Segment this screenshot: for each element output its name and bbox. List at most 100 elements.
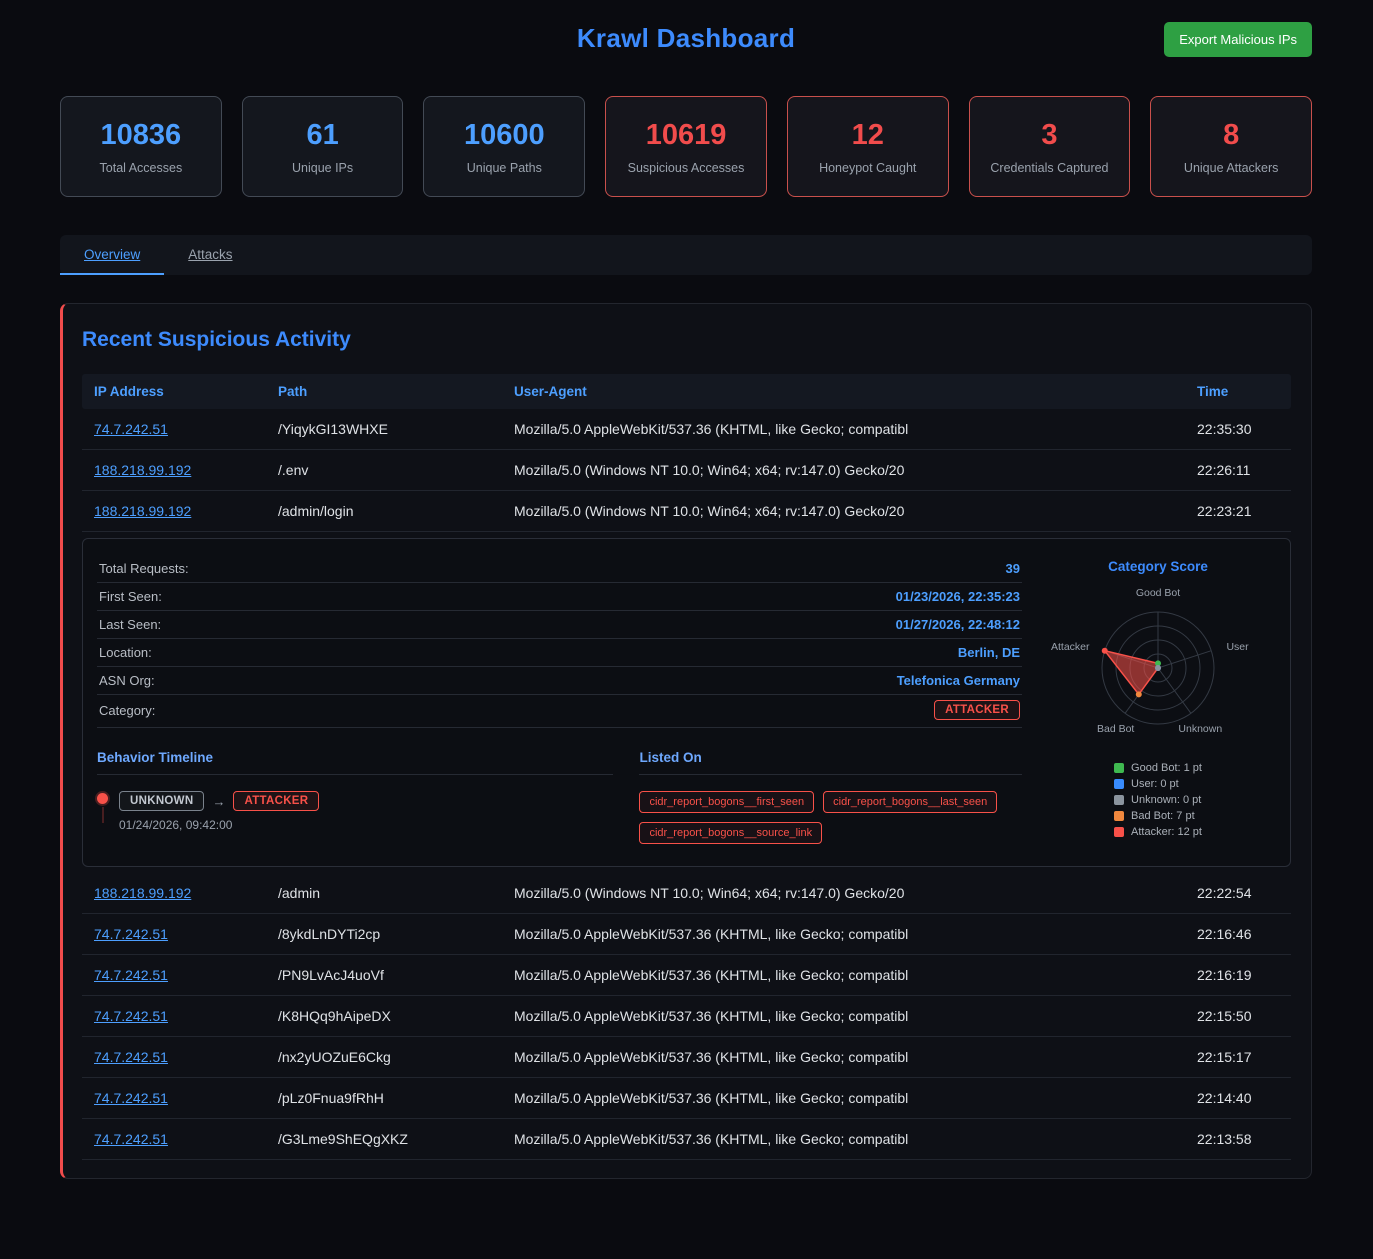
table-row[interactable]: 188.218.99.192 /.env Mozilla/5.0 (Window…	[82, 450, 1291, 491]
row-time: 22:15:50	[1185, 996, 1291, 1036]
stat-card: 3 Credentials Captured	[969, 96, 1131, 197]
legend-swatch-icon	[1114, 779, 1124, 789]
stat-card: 8 Unique Attackers	[1150, 96, 1312, 197]
legend-swatch-icon	[1114, 827, 1124, 837]
row-time: 22:13:58	[1185, 1119, 1291, 1159]
legend-item: Bad Bot: 7 pt	[1114, 810, 1202, 822]
top-bar: Krawl Dashboard Export Malicious IPs	[60, 0, 1312, 76]
page-title: Krawl Dashboard	[577, 23, 795, 54]
row-user-agent: Mozilla/5.0 AppleWebKit/537.36 (KHTML, l…	[502, 914, 1185, 954]
legend-item: Unknown: 0 pt	[1114, 794, 1202, 806]
row-user-agent: Mozilla/5.0 (Windows NT 10.0; Win64; x64…	[502, 491, 1185, 531]
radar-legend: Good Bot: 1 ptUser: 0 ptUnknown: 0 ptBad…	[1114, 762, 1202, 842]
timeline-timestamp: 01/24/2026, 09:42:00	[119, 818, 319, 832]
radar-axis-label: Good Bot	[1136, 587, 1180, 599]
detail-field-label: First Seen:	[99, 589, 162, 604]
row-time: 22:15:17	[1185, 1037, 1291, 1077]
listed-on-badge[interactable]: cidr_report_bogons__last_seen	[823, 791, 997, 813]
category-label: Category:	[99, 703, 155, 718]
row-path: /admin/login	[266, 491, 502, 531]
row-path: /.env	[266, 450, 502, 490]
stat-card: 12 Honeypot Caught	[787, 96, 949, 197]
column-header-path: Path	[266, 374, 502, 409]
stat-card: 10836 Total Accesses	[60, 96, 222, 197]
legend-label: Attacker: 12 pt	[1131, 826, 1202, 838]
row-path: /admin	[266, 873, 502, 913]
ip-address-link[interactable]: 188.218.99.192	[94, 462, 191, 478]
detail-field-value: 01/27/2026, 22:48:12	[896, 617, 1020, 632]
category-badge: ATTACKER	[934, 700, 1020, 720]
row-user-agent: Mozilla/5.0 AppleWebKit/537.36 (KHTML, l…	[502, 996, 1185, 1036]
radar-axis-label: Bad Bot	[1097, 723, 1134, 735]
detail-field-row: First Seen: 01/23/2026, 22:35:23	[97, 583, 1022, 611]
category-row: Category: ATTACKER	[97, 695, 1022, 728]
timeline-line	[102, 807, 104, 823]
ip-address-link[interactable]: 188.218.99.192	[94, 885, 191, 901]
table-rows-bottom: 188.218.99.192 /admin Mozilla/5.0 (Windo…	[82, 873, 1291, 1160]
timeline-event: UNKNOWN → ATTACKER 01/24/2026, 09:42:00	[97, 791, 613, 832]
ip-address-link[interactable]: 188.218.99.192	[94, 503, 191, 519]
row-path: /G3Lme9ShEQgXKZ	[266, 1119, 502, 1159]
tab-overview[interactable]: Overview	[60, 235, 164, 275]
stat-card: 61 Unique IPs	[242, 96, 404, 197]
listed-on-badge[interactable]: cidr_report_bogons__first_seen	[639, 791, 814, 813]
row-path: /pLz0Fnua9fRhH	[266, 1078, 502, 1118]
stat-label: Unique Paths	[467, 161, 542, 175]
legend-item: User: 0 pt	[1114, 778, 1202, 790]
stat-value: 10619	[646, 119, 727, 152]
table-row[interactable]: 74.7.242.51 /nx2yUOZuE6Ckg Mozilla/5.0 A…	[82, 1037, 1291, 1078]
row-user-agent: Mozilla/5.0 AppleWebKit/537.36 (KHTML, l…	[502, 1078, 1185, 1118]
legend-label: Bad Bot: 7 pt	[1131, 810, 1195, 822]
table-row[interactable]: 188.218.99.192 /admin/login Mozilla/5.0 …	[82, 491, 1291, 532]
ip-address-link[interactable]: 74.7.242.51	[94, 1049, 168, 1065]
ip-address-link[interactable]: 74.7.242.51	[94, 967, 168, 983]
legend-item: Attacker: 12 pt	[1114, 826, 1202, 838]
ip-address-link[interactable]: 74.7.242.51	[94, 1090, 168, 1106]
row-user-agent: Mozilla/5.0 AppleWebKit/537.36 (KHTML, l…	[502, 1119, 1185, 1159]
table-row[interactable]: 74.7.242.51 /YiqykGI13WHXE Mozilla/5.0 A…	[82, 409, 1291, 450]
row-time: 22:23:21	[1185, 491, 1291, 531]
radar-axis-label: Attacker	[1051, 641, 1090, 653]
listed-on-badges: cidr_report_bogons__first_seen cidr_repor…	[639, 791, 1022, 844]
timeline-to-badge: ATTACKER	[233, 791, 319, 811]
table-row[interactable]: 74.7.242.51 /K8HQq9hAipeDX Mozilla/5.0 A…	[82, 996, 1291, 1037]
radar-chart-svg: Good BotUserUnknownBad BotAttacker	[1043, 578, 1273, 750]
row-time: 22:22:54	[1185, 873, 1291, 913]
table-row[interactable]: 74.7.242.51 /8ykdLnDYTi2cp Mozilla/5.0 A…	[82, 914, 1291, 955]
category-score-chart: Category Score Good BotUserUnknownBad Bo…	[1040, 555, 1276, 844]
tab-attacks[interactable]: Attacks	[164, 235, 256, 275]
listed-on-badge[interactable]: cidr_report_bogons__source_link	[639, 822, 822, 844]
stat-card: 10600 Unique Paths	[423, 96, 585, 197]
column-header-time: Time	[1185, 374, 1291, 409]
legend-label: Unknown: 0 pt	[1131, 794, 1201, 806]
stat-value: 8	[1223, 119, 1239, 152]
ip-detail-fields: Total Requests: 39 First Seen: 01/23/202…	[97, 555, 1040, 844]
export-malicious-ips-button[interactable]: Export Malicious IPs	[1164, 22, 1312, 57]
legend-swatch-icon	[1114, 763, 1124, 773]
row-path: /K8HQq9hAipeDX	[266, 996, 502, 1036]
tabs-bar: Overview Attacks	[60, 235, 1312, 275]
radar-title: Category Score	[1108, 559, 1208, 574]
detail-field-label: Last Seen:	[99, 617, 161, 632]
detail-field-value: 39	[1006, 561, 1020, 576]
detail-field-row: ASN Org: Telefonica Germany	[97, 667, 1022, 695]
detail-field-row: Location: Berlin, DE	[97, 639, 1022, 667]
ip-address-link[interactable]: 74.7.242.51	[94, 926, 168, 942]
listed-on-section: Listed On cidr_report_bogons__first_seen…	[639, 750, 1022, 844]
table-row[interactable]: 74.7.242.51 /PN9LvAcJ4uoVf Mozilla/5.0 A…	[82, 955, 1291, 996]
stat-label: Total Accesses	[100, 161, 183, 175]
legend-swatch-icon	[1114, 811, 1124, 821]
table-row[interactable]: 74.7.242.51 /G3Lme9ShEQgXKZ Mozilla/5.0 …	[82, 1119, 1291, 1160]
page: Krawl Dashboard Export Malicious IPs 108…	[0, 0, 1373, 1199]
ip-address-link[interactable]: 74.7.242.51	[94, 1008, 168, 1024]
detail-field-row: Total Requests: 39	[97, 555, 1022, 583]
row-time: 22:26:11	[1185, 450, 1291, 490]
ip-address-link[interactable]: 74.7.242.51	[94, 1131, 168, 1147]
stat-label: Honeypot Caught	[819, 161, 916, 175]
ip-address-link[interactable]: 74.7.242.51	[94, 421, 168, 437]
stat-label: Unique Attackers	[1184, 161, 1279, 175]
row-path: /PN9LvAcJ4uoVf	[266, 955, 502, 995]
table-row[interactable]: 188.218.99.192 /admin Mozilla/5.0 (Windo…	[82, 873, 1291, 914]
stat-value: 10836	[101, 119, 182, 152]
table-row[interactable]: 74.7.242.51 /pLz0Fnua9fRhH Mozilla/5.0 A…	[82, 1078, 1291, 1119]
